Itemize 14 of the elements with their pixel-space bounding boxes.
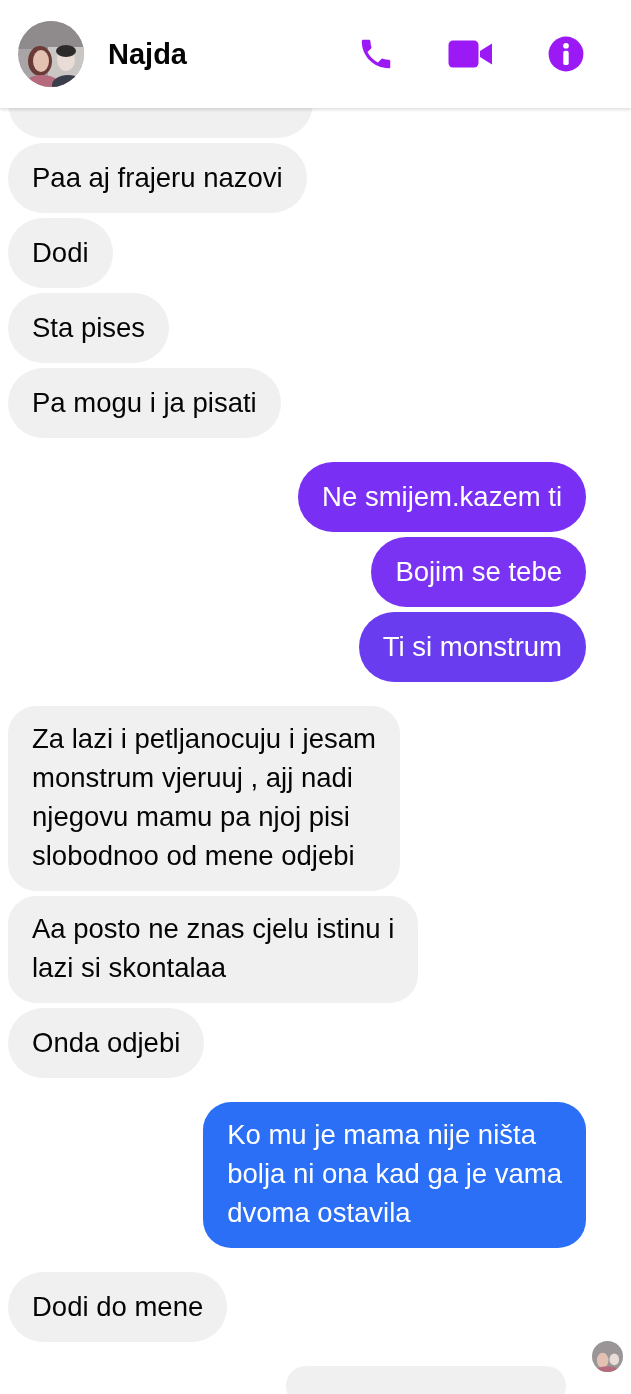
message-bubble: Bojim se tebe <box>371 537 586 607</box>
message-bubble: Paa aj frajeru nazovi <box>8 143 307 213</box>
message-bubble: Onda odjebi <box>8 1008 205 1078</box>
message-bubble: Dodi <box>8 218 113 288</box>
message-bubble: Ko mu je mama nije ništa bolja ni ona kad ga je vama dvoma ostavila <box>203 1102 586 1248</box>
contact-name: Najda <box>108 37 188 71</box>
message-bubble: Pa mogu i ja pisati <box>8 368 281 438</box>
message-bubble: Ti si monstrum <box>358 612 586 682</box>
message-bubble: Za lazi i petljanocuju i jesam monstrum vjeruuj , ajj nadi njegovu mamu pa njoj pisi slobodnoo od mene odjebi <box>8 706 400 891</box>
message-bubble: Ne smijem.kazem ti <box>298 462 586 532</box>
message-bubble: Aa posto ne znas cjelu istinu i lazi si skontalaa <box>8 896 419 1003</box>
message-bubble: Sta pises <box>8 293 170 363</box>
message-bubble: Dodi do mene <box>8 1272 228 1342</box>
info-icon[interactable] <box>547 35 585 73</box>
